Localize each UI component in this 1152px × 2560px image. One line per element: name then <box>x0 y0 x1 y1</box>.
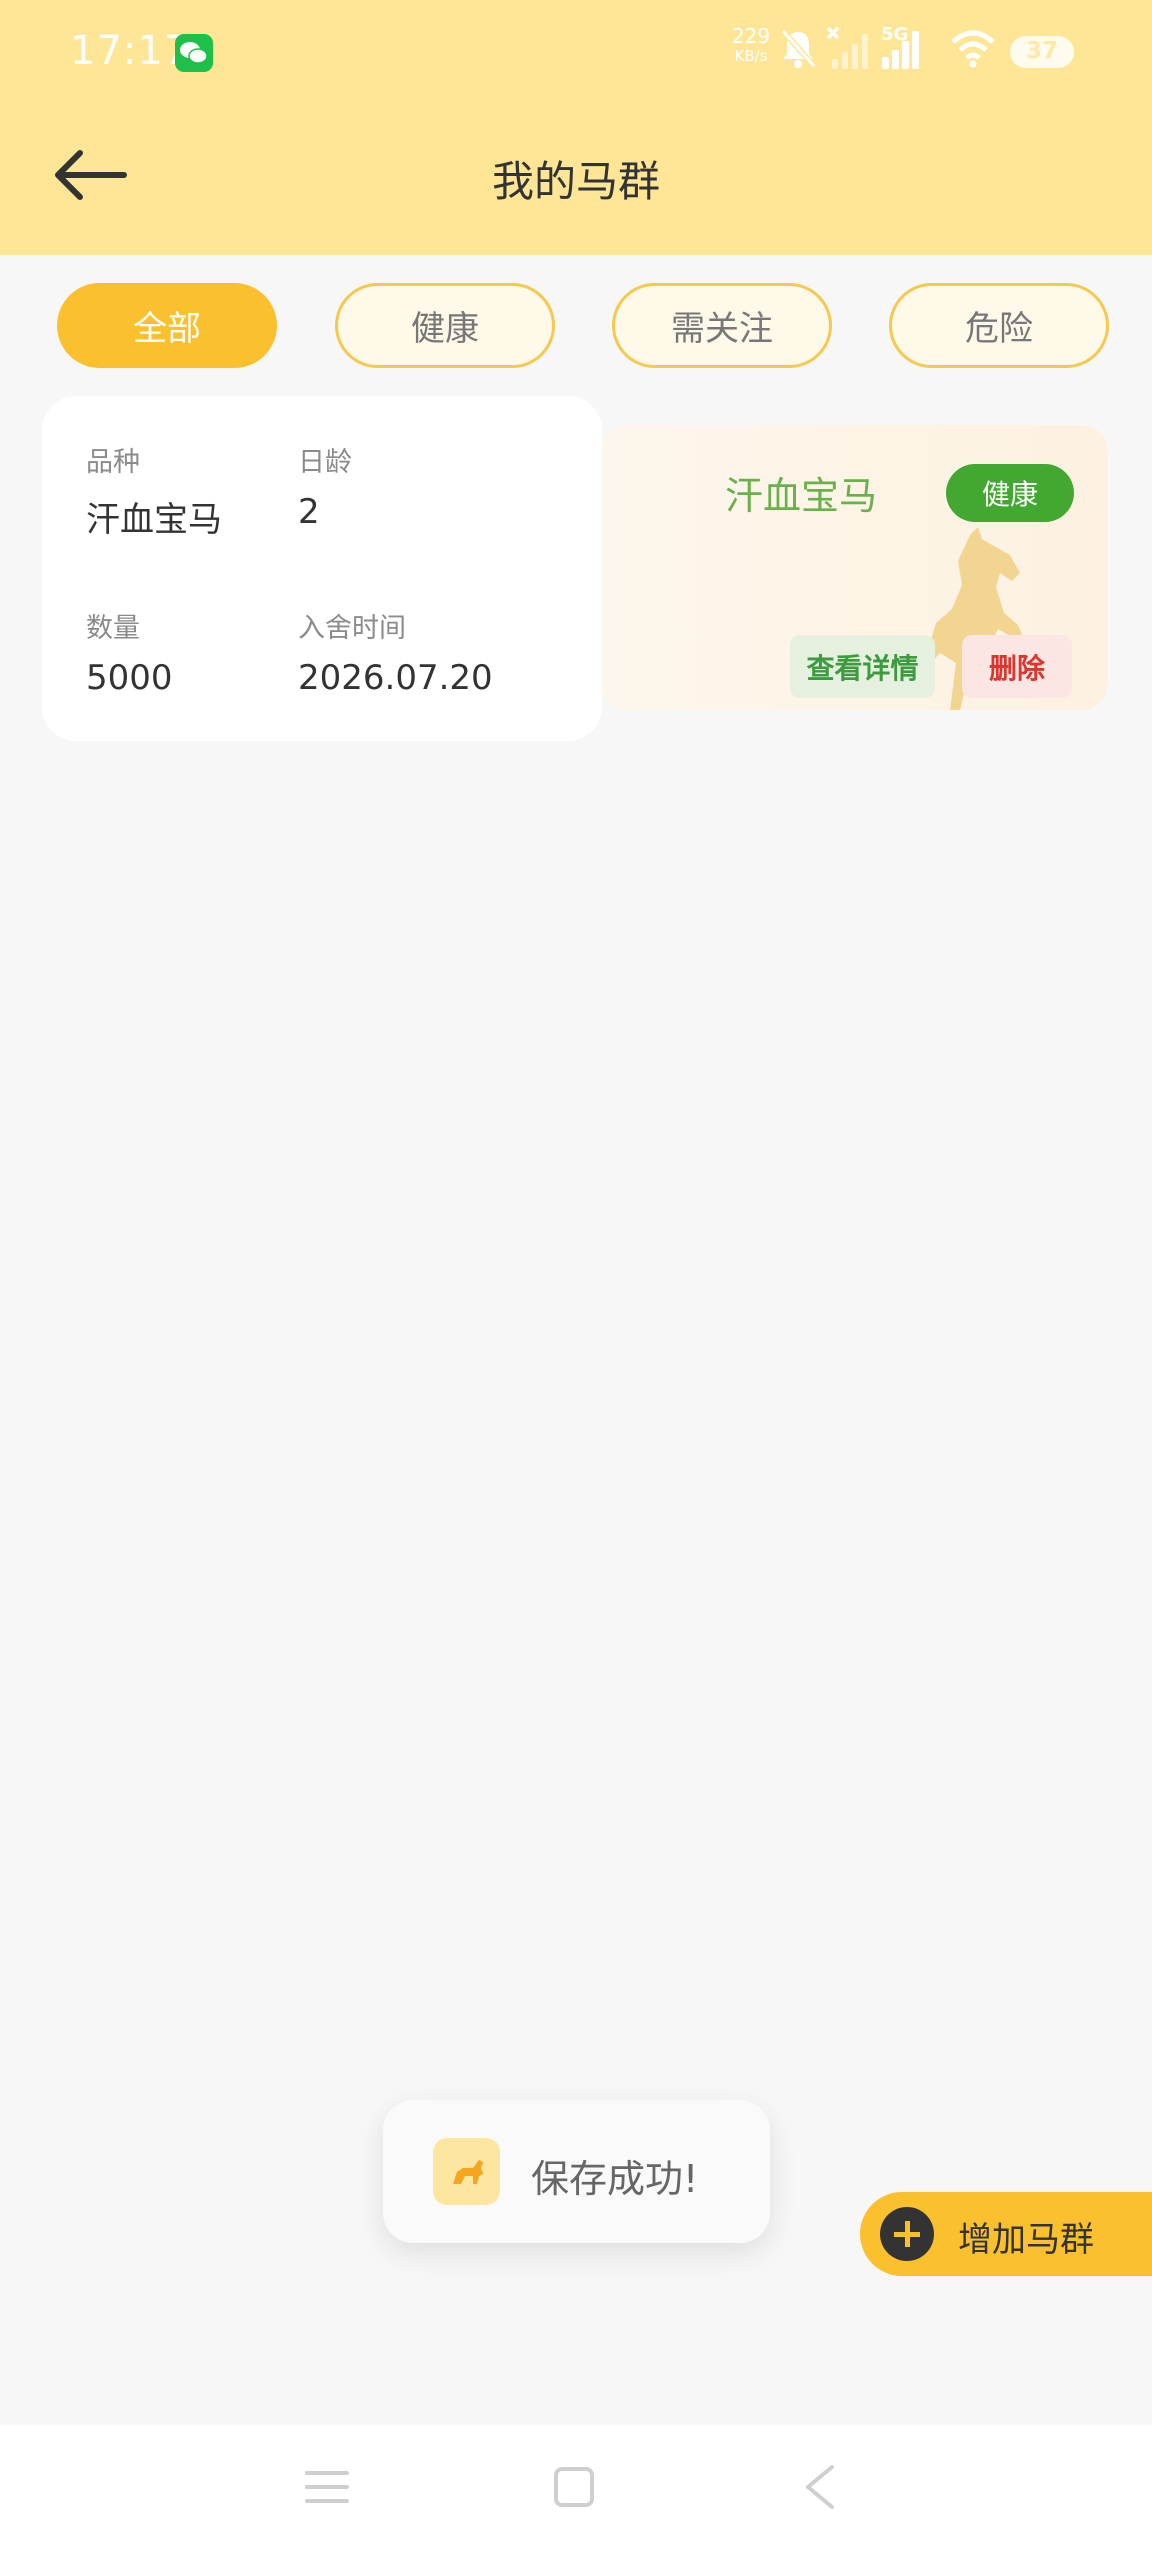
tab-healthy[interactable]: 健康 <box>335 283 555 368</box>
herd-name: 汗血宝马 <box>725 474 878 518</box>
navigation-bar <box>0 2425 1152 2560</box>
tab-danger[interactable]: 危险 <box>889 283 1109 368</box>
page-title: 我的马群 <box>491 157 660 206</box>
entry-date-label: 入舍时间 <box>298 613 406 644</box>
net-speed: 229 KB/s <box>731 24 771 65</box>
entry-date-value: 2026.07.20 <box>298 658 493 698</box>
breed-label: 品种 <box>86 447 140 478</box>
status-badge: 健康 <box>946 464 1074 522</box>
battery-icon: 37 <box>1010 36 1074 68</box>
breed-value: 汗血宝马 <box>86 500 222 540</box>
view-details-button[interactable]: 查看详情 <box>790 635 935 698</box>
tab-attention[interactable]: 需关注 <box>612 283 832 368</box>
plus-icon <box>880 2207 934 2261</box>
battery-level: 37 <box>1025 38 1058 64</box>
horse-app-icon <box>433 2138 500 2205</box>
bell-muted-icon <box>780 29 817 68</box>
back-nav-icon[interactable] <box>800 2463 840 2511</box>
header-bar: 17:17 229 KB/s 5G 37 我的马群 <box>0 0 1152 255</box>
wechat-icon <box>175 34 213 72</box>
toast-message: 保存成功! <box>531 2157 699 2201</box>
delete-button[interactable]: 删除 <box>962 635 1072 698</box>
signal-icon <box>882 31 919 69</box>
home-icon[interactable] <box>552 2465 596 2509</box>
count-value: 5000 <box>86 658 173 698</box>
add-herd-label: 增加马群 <box>958 2220 1094 2260</box>
wifi-icon <box>951 30 995 68</box>
add-herd-button[interactable]: 增加马群 <box>860 2192 1152 2276</box>
count-label: 数量 <box>86 613 140 644</box>
herd-info-panel: 品种 汗血宝马 日龄 2 数量 5000 入舍时间 2026.07.20 <box>42 396 602 741</box>
tab-all[interactable]: 全部 <box>57 283 277 368</box>
age-value: 2 <box>298 492 320 532</box>
signal-off-icon <box>826 26 868 69</box>
age-label: 日龄 <box>298 447 352 478</box>
toast: 保存成功! <box>383 2100 770 2243</box>
status-time: 17:17 <box>70 28 191 74</box>
menu-icon[interactable] <box>305 2465 349 2509</box>
